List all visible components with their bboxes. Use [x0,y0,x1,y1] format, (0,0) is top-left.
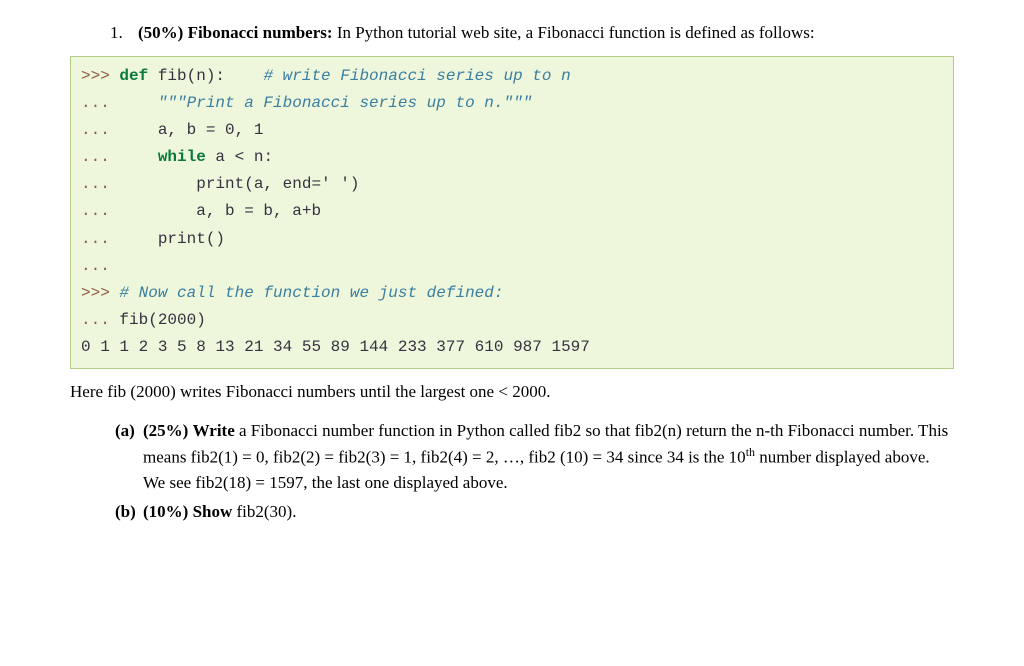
code-prompt: ... [81,202,196,220]
code-prompt: ... [81,257,110,275]
subpart-a-label: (a) [115,418,143,495]
subpart-a-weight: (25%) [143,421,188,440]
question-intro: (50%) Fibonacci numbers: In Python tutor… [138,20,954,46]
code-keyword-def: def [119,67,148,85]
code-comment: # write Fibonacci series up to n [263,67,570,85]
code-text: a < n: [206,148,273,166]
post-code-text: Here fib (2000) writes Fibonacci numbers… [70,379,954,405]
code-text: print(a, end=' ') [196,175,359,193]
superscript-th: th [746,445,755,459]
code-keyword-while: while [158,148,206,166]
code-text: fib(n): [148,67,263,85]
subpart-b-label: (b) [115,499,143,525]
question-weight: (50%) [138,23,183,42]
code-prompt: >>> [81,284,119,302]
code-output: 0 1 1 2 3 5 8 13 21 34 55 89 144 233 377… [81,338,590,356]
code-text: a, b = b, a+b [196,202,321,220]
code-comment: # Now call the function we just defined: [119,284,503,302]
question-header: 1. (50%) Fibonacci numbers: In Python tu… [110,20,954,46]
subpart-b: (b) (10%) Show fib2(30). [115,499,954,525]
code-text: a, b = 0, 1 [158,121,264,139]
code-prompt: ... [81,175,196,193]
code-block: >>> def fib(n): # write Fibonacci series… [70,56,954,369]
code-prompt: ... [81,94,158,112]
subpart-a-verb: Write [193,421,235,440]
subpart-a-body: (25%) Write a Fibonacci number function … [143,418,954,495]
code-prompt: ... [81,148,158,166]
code-docstring: """Print a Fibonacci series up to n.""" [158,94,532,112]
question-intro-text: In Python tutorial web site, a Fibonacci… [333,23,815,42]
subpart-b-verb: Show [193,502,233,521]
subpart-a: (a) (25%) Write a Fibonacci number funct… [115,418,954,495]
question-number: 1. [110,20,128,46]
subpart-b-text: fib2(30). [232,502,296,521]
code-prompt: ... [81,230,158,248]
code-prompt: ... [81,121,158,139]
code-text: print() [158,230,225,248]
code-text: fib(2000) [119,311,205,329]
code-prompt: >>> [81,67,119,85]
subpart-b-weight: (10%) [143,502,188,521]
subparts: (a) (25%) Write a Fibonacci number funct… [115,418,954,525]
code-prompt: ... [81,311,119,329]
question-title: Fibonacci numbers: [188,23,333,42]
subpart-b-body: (10%) Show fib2(30). [143,499,954,525]
